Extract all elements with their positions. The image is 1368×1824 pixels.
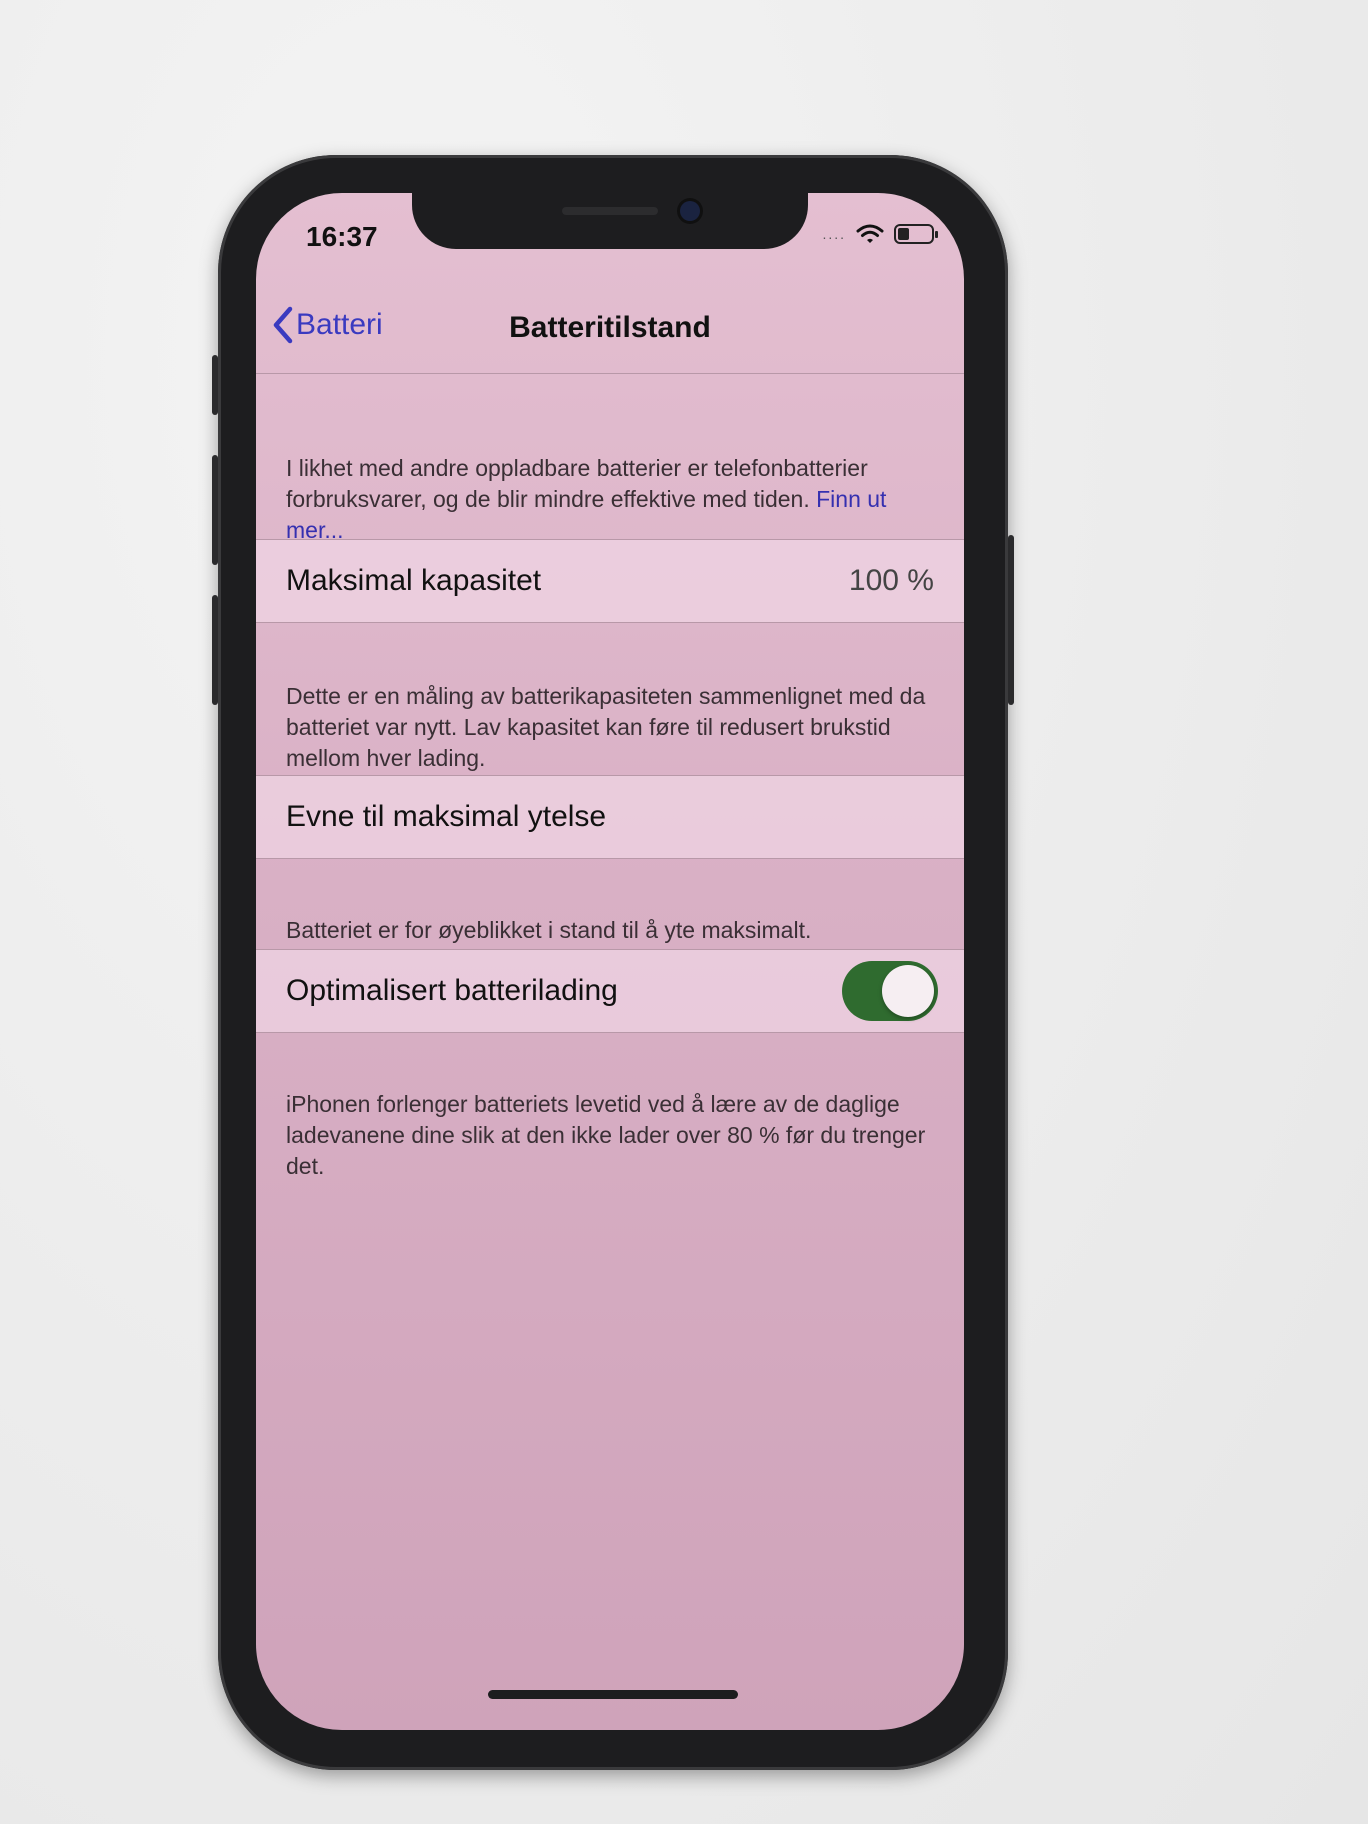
intro-text: I likhet med andre oppladbare batterier …	[286, 453, 946, 546]
volume-down-button	[212, 595, 218, 705]
notch	[412, 193, 808, 249]
cellular-signal-icon: ....	[822, 226, 846, 242]
side-button	[1008, 535, 1014, 705]
toggle-knob	[882, 965, 934, 1017]
optimized-charging-toggle[interactable]	[842, 961, 938, 1021]
peak-performance-label: Evne til maksimal ytelse	[286, 800, 607, 833]
intro-body: I likhet med andre oppladbare batterier …	[286, 455, 868, 512]
battery-icon	[894, 224, 938, 244]
max-capacity-label: Maksimal kapasitet	[286, 564, 542, 597]
optimized-charging-label: Optimalisert batterilading	[286, 974, 618, 1007]
home-indicator[interactable]	[488, 1690, 738, 1699]
volume-up-button	[212, 455, 218, 565]
max-capacity-value: 100 %	[848, 564, 934, 597]
max-capacity-row: Maksimal kapasitet 100 %	[256, 539, 964, 623]
peak-performance-footer: Batteriet er for øyeblikket i stand til …	[286, 917, 812, 943]
wifi-icon	[856, 224, 884, 243]
iphone-device: 16:37 .... Batteri Batteritilstand I lik	[212, 155, 1014, 1770]
front-camera	[680, 201, 700, 221]
peak-performance-row: Evne til maksimal ytelse	[256, 775, 964, 859]
navigation-bar: Batteri Batteritilstand	[256, 283, 964, 374]
screen: 16:37 .... Batteri Batteritilstand I lik	[256, 193, 964, 1730]
battery-fill	[898, 228, 910, 240]
mute-switch	[212, 355, 218, 415]
status-icons: ....	[822, 223, 938, 245]
page-title: Batteritilstand	[509, 311, 711, 344]
optimized-charging-row: Optimalisert batterilading	[256, 949, 964, 1033]
status-time: 16:37	[306, 221, 378, 252]
optimized-charging-footer: iPhonen forlenger batteriets levetid ved…	[286, 1091, 926, 1179]
max-capacity-footer: Dette er en måling av batterikapasiteten…	[286, 683, 926, 771]
earpiece-speaker	[562, 207, 658, 215]
